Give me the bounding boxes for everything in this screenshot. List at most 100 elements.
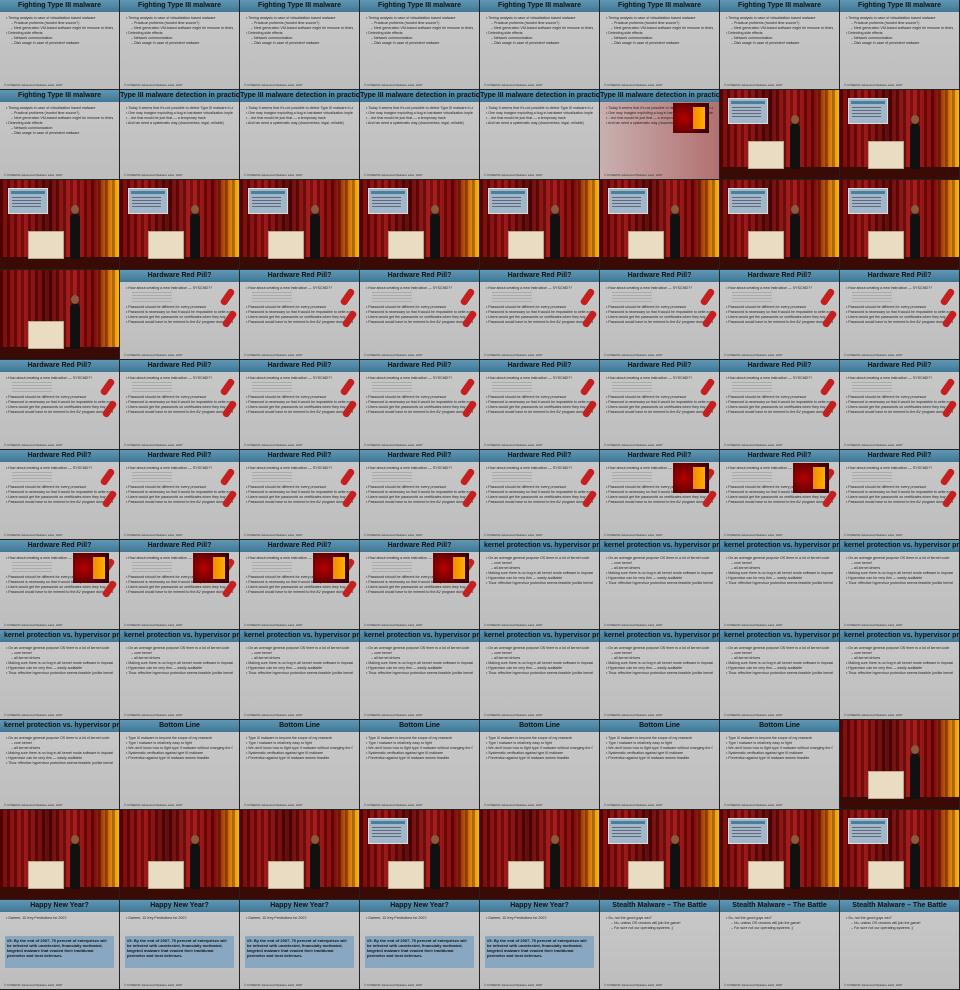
slide-title: Hardware Red Pill?	[360, 450, 479, 462]
bullet: • And we need a systematic way (document…	[486, 121, 584, 125]
slide-title: Fighting Type III malware	[0, 90, 119, 102]
slide-title: Bottom Line	[720, 720, 839, 732]
podium	[868, 771, 904, 799]
slide-title: kernel protection vs. hypervisor protect…	[480, 540, 599, 552]
code-block	[612, 292, 652, 304]
slide-body: • Timing analysis in case of virtualizat…	[486, 16, 593, 46]
slide-title: kernel protection vs. hypervisor protect…	[720, 630, 839, 642]
bullet: • Password would have to be entered to t…	[246, 410, 353, 414]
slide-body: • Gartner, 10 Key Predictions for 2007:	[366, 916, 473, 921]
slide-title: Hardware Red Pill?	[360, 270, 479, 282]
slide-title: Hardware Red Pill?	[120, 360, 239, 372]
slide-footer: © COSEINC Advanced Malware Labs, 2007	[484, 83, 543, 87]
bullet: • Thus: effective hypervisor protection …	[606, 671, 713, 675]
slide-frame: Happy New Year? • Gartner, 10 Key Predict…	[120, 900, 240, 990]
bullet: • How about creating a new instruction —…	[726, 376, 813, 380]
bullet: • How about creating a new instruction —…	[846, 286, 933, 290]
slide-title: Happy New Year?	[480, 900, 599, 912]
video-inset	[673, 463, 709, 493]
bullet: • How about creating a new instruction —…	[846, 466, 933, 470]
slide-title: Happy New Year?	[240, 900, 359, 912]
slide-frame: Hardware Red Pill? • How about creating a…	[720, 270, 840, 360]
slide-body: • Type III malware is beyond the scope o…	[606, 736, 713, 761]
slide-footer: © COSEINC Advanced Malware Labs, 2007	[604, 353, 663, 357]
slide-footer: © COSEINC Advanced Malware Labs, 2007	[364, 713, 423, 717]
slide-title: Bottom Line	[480, 720, 599, 732]
slide-body: • Timing analysis in case of virtualizat…	[246, 16, 353, 46]
slide-frame: kernel protection vs. hypervisor protect…	[0, 720, 120, 810]
podium	[268, 861, 304, 889]
bullet: – Disk usage in case of persistent malwa…	[731, 41, 800, 45]
slide-title: Hardware Red Pill?	[840, 270, 959, 282]
slide-footer: © COSEINC Advanced Malware Labs, 2007	[244, 533, 303, 537]
gartner-quote: #5: By the end of 2007, 75 percent of en…	[5, 936, 114, 968]
slide-title: kernel protection vs. hypervisor protect…	[240, 630, 359, 642]
code-block	[732, 292, 772, 304]
projection-screen	[848, 818, 888, 844]
projection-screen	[608, 188, 648, 214]
slide-footer: © COSEINC Advanced Malware Labs, 2007	[244, 83, 303, 87]
bullet: • Password would have to be entered to t…	[246, 320, 353, 324]
slide-footer: © COSEINC Advanced Malware Labs, 2007	[4, 173, 63, 177]
gartner-quote: #5: By the end of 2007, 75 percent of en…	[485, 936, 594, 968]
slide-body: • Today it seems that it's not possible …	[246, 106, 353, 126]
slide-body: • On an average general purpose OS there…	[846, 646, 953, 676]
slide-frame: Bottom Line • Type III malware is beyond …	[120, 720, 240, 810]
video-frame-grid: Fighting Type III malware • Timing analys…	[0, 0, 960, 990]
bullet: • How about creating a new instruction —…	[366, 376, 453, 380]
slide-body: • How about creating a new instruction —…	[126, 286, 233, 325]
slide-footer: © COSEINC Advanced Malware Labs, 2007	[484, 353, 543, 357]
bullet: • How about creating a new instruction —…	[486, 286, 573, 290]
bullet: – For sure not our operating systems ;)	[851, 926, 913, 930]
slide-frame: Hardware Red Pill? • How about creating a…	[840, 360, 960, 450]
slide-footer: © COSEINC Advanced Malware Labs, 2007	[244, 803, 303, 807]
projection-screen	[728, 98, 768, 124]
bullet: • Password would have to be entered to t…	[846, 410, 953, 414]
speaker	[310, 205, 320, 259]
slide-body: • How about creating a new instruction —…	[726, 286, 833, 325]
slide-footer: © COSEINC Advanced Malware Labs, 2007	[364, 173, 423, 177]
slide-body: • Timing analysis in case of virtualizat…	[606, 16, 713, 46]
podium	[148, 861, 184, 889]
projection-screen	[608, 818, 648, 844]
bullet: • Password would have to be entered to t…	[726, 410, 833, 414]
code-block	[492, 382, 532, 394]
podium	[628, 231, 664, 259]
slide-title: kernel protection vs. hypervisor protect…	[0, 720, 119, 732]
slide-footer: © COSEINC Advanced Malware Labs, 2007	[484, 803, 543, 807]
stage-frame	[720, 810, 840, 900]
projection-screen	[848, 98, 888, 124]
slide-footer: © COSEINC Advanced Malware Labs, 2007	[4, 803, 63, 807]
podium	[388, 231, 424, 259]
slide-footer: © COSEINC Advanced Malware Labs, 2007	[604, 443, 663, 447]
slide-frame: Happy New Year? • Gartner, 10 Key Predict…	[0, 900, 120, 990]
slide-frame: Fighting Type III malware • Timing analys…	[600, 0, 720, 90]
bullet: • Password would have to be entered to t…	[126, 410, 233, 414]
slide-footer: © COSEINC Advanced Malware Labs, 2007	[4, 713, 63, 717]
slide-title: Fighting Type III malware	[120, 0, 239, 12]
gartner-quote: #5: By the end of 2007, 75 percent of en…	[365, 936, 474, 968]
slide-footer: © COSEINC Advanced Malware Labs, 2007	[244, 353, 303, 357]
stage-frame	[840, 90, 960, 180]
projection-screen	[128, 188, 168, 214]
bullet: • Thus: effective hypervisor protection …	[606, 581, 713, 585]
bullet: – Disk usage in case of persistent malwa…	[491, 41, 560, 45]
projection-screen	[728, 188, 768, 214]
video-inset	[313, 553, 349, 583]
slide-body: • Today it seems that it's not possible …	[486, 106, 593, 126]
slide-footer: © COSEINC Advanced Malware Labs, 2007	[484, 533, 543, 537]
slide-frame: kernel protection vs. hypervisor protect…	[240, 630, 360, 720]
bullet: • How about creating a new instruction —…	[6, 376, 93, 380]
stage-frame	[840, 720, 960, 810]
slide-footer: © COSEINC Advanced Malware Labs, 2007	[124, 173, 183, 177]
slide-footer: © COSEINC Advanced Malware Labs, 2007	[844, 623, 903, 627]
bullet: • Password would have to be entered to t…	[6, 590, 113, 594]
slide-footer: © COSEINC Advanced Malware Labs, 2007	[844, 713, 903, 717]
slide-footer: © COSEINC Advanced Malware Labs, 2007	[364, 443, 423, 447]
stage-frame	[480, 180, 600, 270]
slide-footer: © COSEINC Advanced Malware Labs, 2007	[244, 173, 303, 177]
slide-frame: kernel protection vs. hypervisor protect…	[360, 630, 480, 720]
slide-footer: © COSEINC Advanced Malware Labs, 2007	[124, 983, 183, 987]
podium	[748, 231, 784, 259]
speaker	[910, 835, 920, 889]
